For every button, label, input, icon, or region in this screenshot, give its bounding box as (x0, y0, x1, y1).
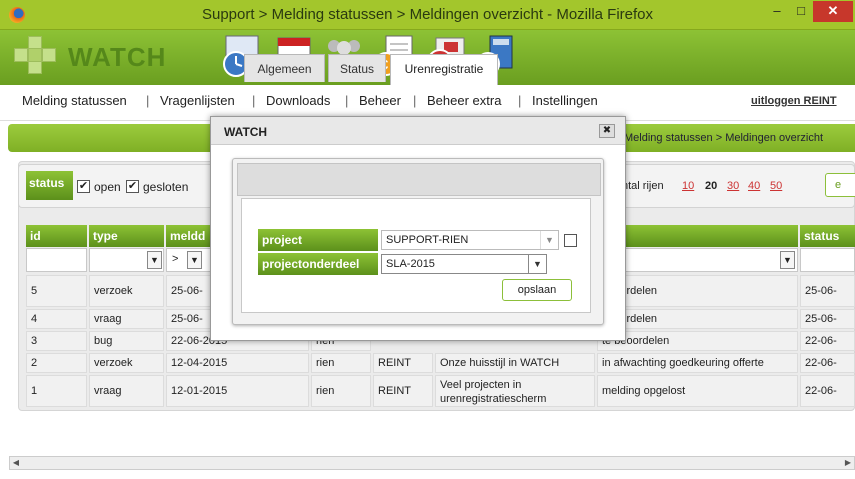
status-filter-label: status (26, 171, 73, 200)
nav-vragenlijsten[interactable]: Vragenlijsten (160, 93, 235, 108)
cell-date[interactable]: 25-06- (166, 275, 216, 307)
cell-type[interactable]: vraag (89, 375, 164, 407)
maximize-button[interactable]: □ (789, 1, 813, 22)
breadcrumb: Melding statussen > Meldingen overzicht (624, 132, 824, 144)
export-button[interactable]: e (825, 173, 855, 197)
watch-logo-icon (14, 36, 58, 76)
rows-option-40[interactable]: 40 (748, 180, 760, 192)
cell-type[interactable]: bug (89, 331, 164, 351)
cell-status-date[interactable]: 22-06- (800, 375, 855, 407)
cell-status[interactable]: beoordelen (597, 309, 798, 329)
col-header-status-date[interactable]: status (800, 225, 855, 247)
rows-option-50[interactable]: 50 (770, 180, 782, 192)
cell-status[interactable]: in afwachting goedkeuring offerte (597, 353, 798, 373)
nav-instellingen[interactable]: Instellingen (532, 93, 598, 108)
cell-user[interactable]: rien (311, 375, 371, 407)
col-header-id[interactable]: id (26, 225, 87, 247)
project-label: project (258, 229, 378, 251)
nav-beheer-extra[interactable]: Beheer extra (427, 93, 501, 108)
cell-status[interactable]: te beoordelen (597, 331, 798, 351)
nav-separator: | (146, 93, 150, 108)
window-title: Support > Melding statussen > Meldingen … (201, 6, 654, 23)
cell-type[interactable]: verzoek (89, 275, 164, 307)
horizontal-scrollbar[interactable]: ◀ ▶ (9, 456, 855, 470)
project-value: SUPPORT-RIEN (386, 234, 469, 246)
col-header-type[interactable]: type (89, 225, 164, 247)
cell-status-date[interactable]: 25-06- (800, 309, 855, 329)
tab-strip (237, 163, 601, 196)
date-filter-operator[interactable]: > ▼ (166, 248, 216, 272)
scroll-left-icon[interactable]: ◀ (10, 457, 22, 469)
cell-id[interactable]: 3 (26, 331, 87, 351)
window-titlebar: Support > Melding statussen > Meldingen … (0, 0, 855, 30)
tab-algemeen[interactable]: Algemeen (244, 54, 325, 82)
dialog-title: WATCH (211, 117, 625, 145)
cell-status-date[interactable]: 25-06- (800, 275, 855, 307)
cell-owner[interactable]: REINT (373, 353, 433, 373)
cell-date[interactable]: 12-01-2015 (166, 375, 309, 407)
nav-separator: | (252, 93, 256, 108)
cell-id[interactable]: 1 (26, 375, 87, 407)
col-header-gemeld[interactable]: meldd (166, 225, 216, 247)
cell-owner[interactable]: REINT (373, 375, 433, 407)
date-operator-value: > (172, 253, 179, 265)
scroll-right-icon[interactable]: ▶ (842, 457, 854, 469)
status-date-filter[interactable] (800, 248, 855, 272)
cell-date[interactable]: 25-06- (166, 309, 216, 329)
cell-user[interactable]: rien (311, 353, 371, 373)
rows-label: ntal rijen (622, 180, 664, 192)
cell-type[interactable]: verzoek (89, 353, 164, 373)
cell-date[interactable]: 12-04-2015 (166, 353, 309, 373)
chevron-down-icon[interactable]: ▼ (540, 231, 558, 249)
close-icon[interactable]: ✖ (599, 124, 615, 138)
open-label: open (94, 180, 121, 194)
opslaan-button[interactable]: opslaan (502, 279, 572, 301)
project-checkbox[interactable] (564, 234, 577, 247)
cell-subject[interactable]: Veel projecten in urenregistratiescherm (435, 375, 595, 407)
cell-subject[interactable]: Onze huisstijl in WATCH (435, 353, 595, 373)
cell-status-date[interactable]: 22-06- (800, 331, 855, 351)
rows-option-20[interactable]: 20 (705, 180, 717, 192)
gesloten-checkbox[interactable]: ✔ (126, 180, 139, 193)
nav-downloads[interactable]: Downloads (266, 93, 330, 108)
minimize-button[interactable]: – (765, 1, 789, 22)
col-header-status[interactable]: s (597, 225, 798, 247)
project-select[interactable]: SUPPORT-RIEN ▼ (381, 230, 559, 250)
chevron-down-icon[interactable]: ▼ (187, 251, 202, 269)
gesloten-label: gesloten (143, 180, 189, 194)
nav-separator: | (413, 93, 417, 108)
tab-urenregistratie[interactable]: Urenregistratie (390, 54, 498, 85)
projectonderdeel-value: SLA-2015 (386, 258, 435, 270)
close-window-button[interactable]: ✕ (813, 1, 853, 22)
chevron-down-icon[interactable]: ▼ (780, 251, 795, 269)
nav-separator: | (345, 93, 349, 108)
rows-option-30[interactable]: 30 (727, 180, 739, 192)
nav-melding-statussen[interactable]: Melding statussen (22, 93, 127, 108)
chevron-down-icon[interactable]: ▼ (147, 251, 162, 269)
app-logo-text: WATCH (68, 42, 167, 72)
projectonderdeel-select[interactable]: SLA-2015 ▼ (381, 254, 547, 274)
type-filter-select[interactable]: ▼ (89, 248, 164, 272)
cell-status[interactable]: melding opgelost (597, 375, 798, 407)
cell-id[interactable]: 2 (26, 353, 87, 373)
cell-status-date[interactable]: 22-06- (800, 353, 855, 373)
cell-type[interactable]: vraag (89, 309, 164, 329)
projectonderdeel-label: projectonderdeel (258, 253, 378, 275)
nav-separator: | (518, 93, 522, 108)
nav-beheer[interactable]: Beheer (359, 93, 401, 108)
cell-id[interactable]: 5 (26, 275, 87, 307)
open-checkbox[interactable]: ✔ (77, 180, 90, 193)
status-filter-select[interactable]: ▼ (597, 248, 798, 272)
logout-link[interactable]: uitloggen REINT (751, 95, 837, 107)
cell-status[interactable]: beoordelen (597, 275, 798, 307)
chevron-down-icon[interactable]: ▼ (528, 255, 546, 273)
tab-status[interactable]: Status (328, 54, 386, 82)
cell-id[interactable]: 4 (26, 309, 87, 329)
id-filter-input[interactable] (26, 248, 87, 272)
rows-option-10[interactable]: 10 (682, 180, 694, 192)
